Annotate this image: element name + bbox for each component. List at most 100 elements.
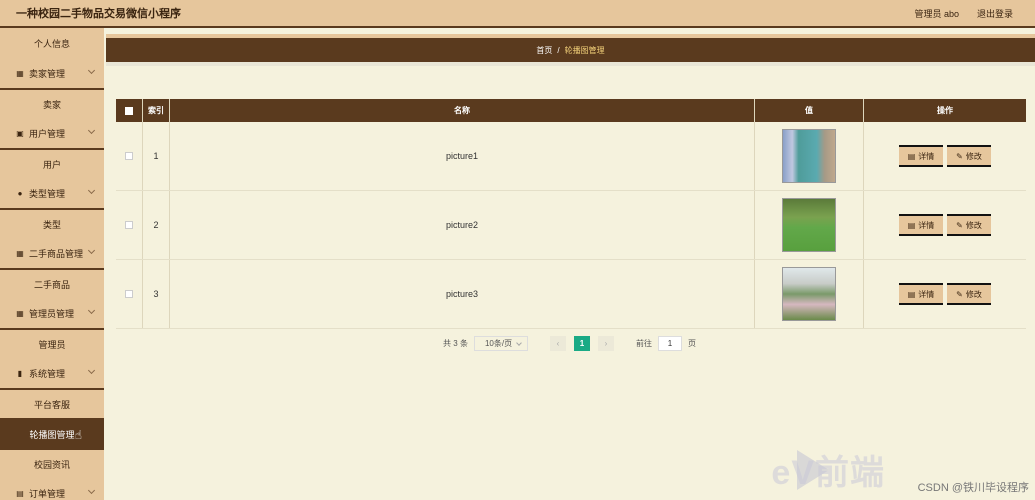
sidebar-item-10[interactable]: 管理员 bbox=[0, 328, 104, 358]
sidebar-item-label: 校园资讯 bbox=[33, 459, 70, 470]
logout-link[interactable]: 退出登录 bbox=[977, 7, 1013, 20]
sidebar-item-label: 管理员 bbox=[38, 339, 66, 350]
chevron-down-icon bbox=[87, 66, 96, 75]
detail-button[interactable]: ▤ 详情 bbox=[899, 283, 943, 305]
row-checkbox[interactable] bbox=[125, 290, 133, 298]
sidebar-item-0[interactable]: 个人信息 bbox=[0, 28, 104, 58]
grid-icon: ▦ bbox=[16, 68, 24, 78]
edit-button[interactable]: ✎ 修改 bbox=[947, 283, 991, 305]
sidebar-group-9[interactable]: ▦ 管理员管理 bbox=[0, 298, 104, 328]
breadcrumb: 首页 / 轮播图管理 bbox=[106, 34, 1035, 62]
watermark-logo: eV前端 bbox=[771, 454, 885, 492]
pencil-icon: ✎ bbox=[956, 151, 963, 161]
app-title: 一种校园二手物品交易微信小程序 bbox=[16, 8, 181, 20]
breadcrumb-home[interactable]: 首页 bbox=[536, 45, 552, 56]
detail-label: 详情 bbox=[918, 151, 935, 161]
row-value-cell bbox=[755, 260, 864, 328]
document-icon: ▤ bbox=[907, 220, 916, 230]
sidebar-item-label: 轮播图管理 bbox=[29, 429, 75, 440]
detail-label: 详情 bbox=[918, 289, 935, 299]
next-page-button[interactable]: › bbox=[597, 336, 614, 351]
breadcrumb-current: 轮播图管理 bbox=[564, 45, 605, 55]
csdn-credit: CSDN @铁川毕设程序 bbox=[917, 482, 1029, 494]
select-all-checkbox[interactable] bbox=[125, 106, 133, 115]
sidebar-group-7[interactable]: ▦ 二手商品管理 bbox=[0, 238, 104, 268]
table-row: 3 picture3 ▤ 详情 ✎ 修改 bbox=[116, 260, 1026, 329]
sidebar-group-11[interactable]: ▮ 系统管理 bbox=[0, 358, 104, 388]
divider bbox=[106, 62, 1035, 66]
sidebar-group-1[interactable]: ▦ 卖家管理 bbox=[0, 58, 104, 88]
edit-label: 修改 bbox=[965, 289, 982, 299]
carousel-image-thumbnail[interactable] bbox=[782, 267, 836, 321]
top-bar: 一种校园二手物品交易微信小程序 管理员 abo 退出登录 bbox=[0, 0, 1035, 28]
pencil-icon: ✎ bbox=[956, 289, 963, 299]
table-body: 1 picture1 ▤ 详情 ✎ 修改 2 picture2 ▤ 详情 ✎ 修改 3 picture3 ▤… bbox=[116, 122, 1026, 329]
sidebar-item-label: 个人信息 bbox=[33, 38, 70, 49]
row-name: picture3 bbox=[170, 260, 755, 328]
row-name: picture2 bbox=[170, 191, 755, 259]
pencil-icon: ✎ bbox=[956, 220, 963, 230]
top-right: 管理员 abo 退出登录 bbox=[914, 0, 1013, 26]
page-size-select[interactable]: 10条/页 bbox=[473, 336, 528, 351]
sidebar-group-3[interactable]: ▣ 用户管理 bbox=[0, 118, 104, 148]
card-icon: ▣ bbox=[16, 128, 24, 138]
sidebar-item-12[interactable]: 平台客服 bbox=[0, 388, 104, 418]
sidebar-group-15[interactable]: ▤ 订单管理 bbox=[0, 478, 104, 500]
pagination: 共 3 条 10条/页 ‹ 1 › 前往 1 页 bbox=[104, 336, 1035, 351]
prev-page-button[interactable]: ‹ bbox=[549, 336, 566, 351]
header-name: 名称 bbox=[170, 99, 755, 122]
clipboard-icon: ▤ bbox=[16, 488, 24, 498]
total-count: 共 3 条 bbox=[443, 339, 468, 348]
header-value: 值 bbox=[755, 99, 864, 122]
sidebar-item-6[interactable]: 类型 bbox=[0, 208, 104, 238]
sidebar-group-label: 系统管理 bbox=[29, 368, 66, 379]
goto-page-input[interactable]: 1 bbox=[657, 336, 682, 351]
sidebar-group-5[interactable]: ● 类型管理 bbox=[0, 178, 104, 208]
page-1-button[interactable]: 1 bbox=[573, 336, 590, 351]
main-content: 首页 / 轮播图管理 索引 名称 值 操作 1 picture1 ▤ 详情 ✎ 修改 2 pi… bbox=[104, 28, 1035, 500]
table-row: 1 picture1 ▤ 详情 ✎ 修改 bbox=[116, 122, 1026, 191]
sidebar-group-label: 类型管理 bbox=[29, 188, 66, 199]
sidebar-group-label: 二手商品管理 bbox=[29, 248, 84, 259]
header-index: 索引 bbox=[143, 99, 170, 122]
table-row: 2 picture2 ▤ 详情 ✎ 修改 bbox=[116, 191, 1026, 260]
sidebar-item-8[interactable]: 二手商品 bbox=[0, 268, 104, 298]
edit-label: 修改 bbox=[965, 151, 982, 161]
breadcrumb-separator: / bbox=[557, 45, 560, 55]
sidebar-item-14[interactable]: 校园资讯 bbox=[0, 448, 104, 478]
row-index: 2 bbox=[143, 191, 170, 259]
sidebar-item-2[interactable]: 卖家 bbox=[0, 88, 104, 118]
chevron-down-icon bbox=[87, 306, 96, 315]
edit-button[interactable]: ✎ 修改 bbox=[947, 214, 991, 236]
carousel-table: 索引 名称 值 操作 1 picture1 ▤ 详情 ✎ 修改 2 picture2 ▤ 详情 ✎ 修… bbox=[116, 99, 1026, 329]
row-select-cell bbox=[116, 122, 143, 190]
row-select-cell bbox=[116, 260, 143, 328]
sidebar-item-label: 平台客服 bbox=[33, 399, 70, 410]
edit-button[interactable]: ✎ 修改 bbox=[947, 145, 991, 167]
sidebar-item-label: 用户 bbox=[42, 159, 61, 170]
row-value-cell bbox=[755, 191, 864, 259]
bar-chart-icon: ▮ bbox=[17, 368, 23, 378]
row-index: 3 bbox=[143, 260, 170, 328]
document-icon: ▤ bbox=[907, 289, 916, 299]
table-header: 索引 名称 值 操作 bbox=[116, 99, 1026, 122]
row-index: 1 bbox=[143, 122, 170, 190]
sidebar-item-label: 二手商品 bbox=[33, 279, 70, 290]
header-actions: 操作 bbox=[937, 106, 953, 115]
grid-icon: ▦ bbox=[16, 308, 24, 318]
row-select-cell bbox=[116, 191, 143, 259]
row-name: picture1 bbox=[170, 122, 755, 190]
chevron-down-icon bbox=[87, 126, 96, 135]
sidebar-item-4[interactable]: 用户 bbox=[0, 148, 104, 178]
sidebar-item-label: 卖家 bbox=[42, 99, 61, 110]
carousel-image-thumbnail[interactable] bbox=[782, 198, 836, 252]
detail-button[interactable]: ▤ 详情 bbox=[899, 145, 943, 167]
detail-button[interactable]: ▤ 详情 bbox=[899, 214, 943, 236]
carousel-image-thumbnail[interactable] bbox=[782, 129, 836, 183]
page-unit-label: 页 bbox=[687, 339, 696, 348]
row-checkbox[interactable] bbox=[125, 221, 133, 229]
sidebar-item-active[interactable]: 轮播图管理 ☝ bbox=[0, 418, 104, 448]
row-actions: ▤ 详情 ✎ 修改 bbox=[864, 191, 1026, 259]
select-all-cell bbox=[116, 99, 143, 122]
row-checkbox[interactable] bbox=[125, 152, 133, 160]
